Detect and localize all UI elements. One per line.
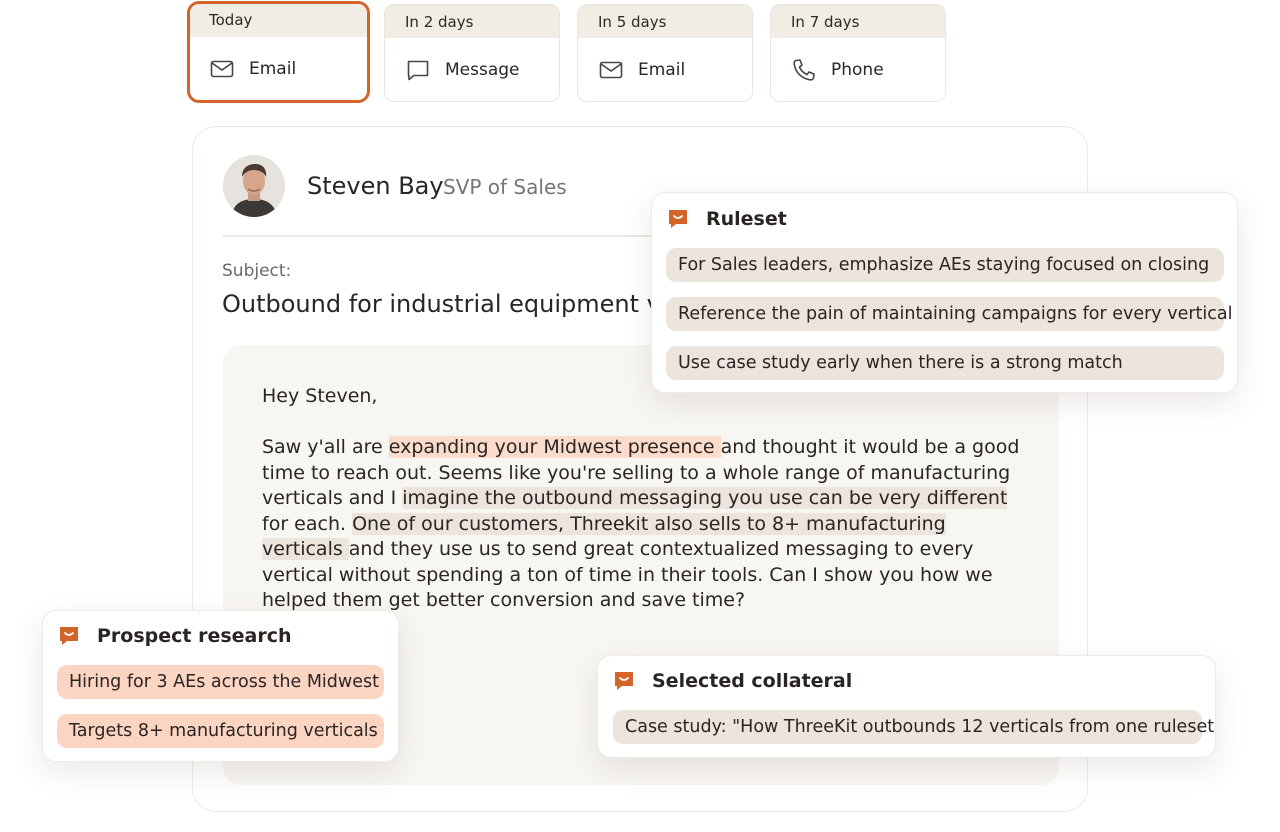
mail-icon — [598, 57, 624, 83]
step-card-in-2-days[interactable]: In 2 days Message — [384, 4, 560, 102]
panel-title: Prospect research — [97, 625, 292, 647]
chat-bubble-icon — [667, 208, 689, 230]
step-label: In 5 days — [578, 5, 752, 38]
prospect-title: SVP of Sales — [443, 175, 567, 199]
step-card-today[interactable]: Today Email — [187, 1, 370, 103]
research-chip[interactable]: Hiring for 3 AEs across the Midwest — [57, 665, 384, 699]
step-channel: Message — [445, 60, 520, 80]
collateral-chip[interactable]: Case study: "How ThreeKit outbounds 12 v… — [613, 710, 1214, 744]
email-segment: and they use us to send great contextual… — [262, 538, 993, 611]
prospect-research-panel: Prospect research Hiring for 3 AEs acros… — [42, 610, 399, 762]
prospect-name: Steven Bay — [307, 172, 444, 200]
highlight-messaging: imagine the outbound messaging you use c… — [402, 487, 1008, 509]
email-segment: Saw y'all are — [262, 436, 389, 458]
chat-bubble-icon — [58, 625, 80, 647]
step-label: In 2 days — [385, 5, 559, 38]
mail-icon — [209, 56, 235, 82]
rule-chip[interactable]: Use case study early when there is a str… — [666, 346, 1224, 380]
selected-collateral-panel: Selected collateral Case study: "How Thr… — [597, 655, 1216, 758]
subject-label: Subject: — [222, 261, 292, 281]
step-card-in-5-days[interactable]: In 5 days Email — [577, 4, 753, 102]
step-card-in-7-days[interactable]: In 7 days Phone — [770, 4, 946, 102]
rule-chip[interactable]: For Sales leaders, emphasize AEs staying… — [666, 248, 1224, 282]
step-label: In 7 days — [771, 5, 945, 38]
panel-title: Selected collateral — [652, 670, 853, 692]
step-channel: Phone — [831, 60, 884, 80]
highlight-midwest: expanding your Midwest presence — [388, 436, 721, 458]
email-greeting: Hey Steven, — [262, 385, 378, 407]
step-channel: Email — [638, 60, 686, 80]
step-channel: Email — [249, 59, 297, 79]
phone-icon — [791, 57, 817, 83]
email-segment: for each. — [262, 512, 353, 535]
avatar — [223, 155, 285, 217]
email-body-text: Saw y'all are expanding your Midwest pre… — [262, 435, 1022, 614]
subject-line: Outbound for industrial equipment v — [222, 290, 661, 318]
step-label: Today — [190, 4, 367, 37]
message-icon — [405, 57, 431, 83]
chat-bubble-icon — [613, 670, 635, 692]
research-chip[interactable]: Targets 8+ manufacturing verticals — [57, 714, 384, 748]
ruleset-panel: Ruleset For Sales leaders, emphasize AEs… — [651, 192, 1238, 393]
panel-title: Ruleset — [706, 208, 787, 230]
rule-chip[interactable]: Reference the pain of maintaining campai… — [666, 297, 1232, 331]
